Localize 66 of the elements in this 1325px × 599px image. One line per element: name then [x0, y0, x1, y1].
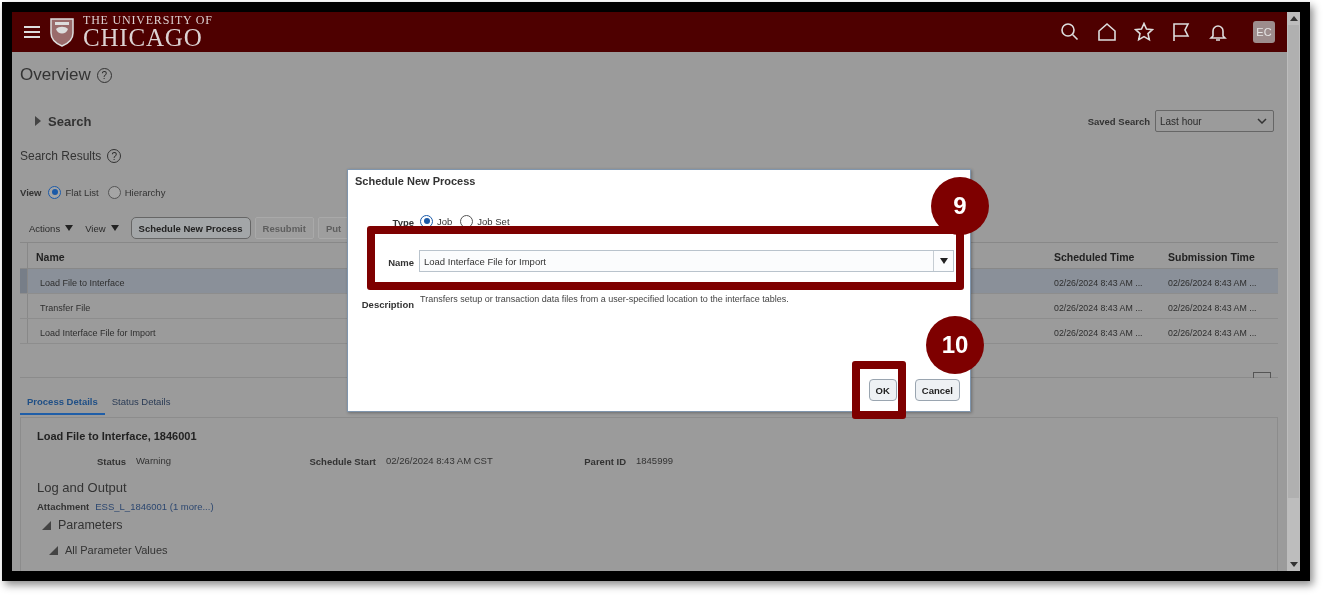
disclosure-icon[interactable]: [49, 545, 58, 555]
dialog-button[interactable]: Cancel: [914, 379, 960, 401]
chevron-down-icon: [1257, 118, 1267, 124]
radio-button[interactable]: [107, 185, 121, 199]
star-icon: [1134, 22, 1154, 42]
flag-icon: [1171, 22, 1191, 42]
radio-button[interactable]: [48, 185, 62, 199]
column-header: Submission Time: [1168, 250, 1255, 263]
field-label: Description: [361, 299, 414, 310]
column-header: Name: [36, 250, 65, 263]
caret-icon: [110, 225, 119, 231]
caret-icon: [939, 258, 948, 264]
table-cell: Transfer File: [40, 303, 91, 313]
bell-icon: [1208, 22, 1228, 42]
tab[interactable]: Process Details: [20, 390, 105, 415]
section-title[interactable]: Search: [48, 113, 92, 129]
field-label: View: [20, 186, 42, 198]
search-icon: [1060, 22, 1080, 42]
detail-title: Load File to Interface, 1846001: [37, 430, 198, 442]
saved-search-dropdown[interactable]: Last hour: [1155, 110, 1274, 132]
section-title: All Parameter Values: [65, 544, 168, 556]
radio-label: Flat List: [65, 186, 99, 198]
field-value: 02/26/2024 8:43 AM CST: [386, 454, 493, 466]
section-title: Log and Output: [37, 480, 128, 495]
page-title: Overview: [20, 65, 91, 85]
tab[interactable]: Status Details: [104, 390, 178, 415]
dialog-button[interactable]: OK: [868, 379, 897, 401]
menu-button[interactable]: Actions: [29, 222, 74, 234]
dialog-title: Schedule New Process: [354, 174, 477, 189]
field-value: 1845999: [636, 454, 673, 466]
logo-text: THE UNIVERSITY OF: [83, 14, 213, 26]
table-cell: Load File to Interface: [40, 278, 125, 288]
table-cell: 02/26/2024 8:43 AM ...: [1054, 303, 1143, 313]
shield-icon: [49, 17, 75, 47]
table-cell: 02/26/2024 8:43 AM ...: [1054, 278, 1143, 288]
table-cell: 02/26/2024 8:43 AM ...: [1168, 303, 1257, 313]
menu-icon: [24, 25, 40, 39]
logo-text: CHICAGO: [83, 25, 204, 50]
section-title: Search Results: [20, 149, 102, 163]
scroll-down-icon: [1289, 562, 1298, 567]
radio-label: Hierarchy: [124, 186, 166, 198]
field-label: Name: [388, 257, 414, 268]
field-label: Status: [96, 456, 126, 467]
field-label: Attachment: [37, 501, 90, 512]
table-cell: 02/26/2024 8:43 AM ...: [1168, 328, 1257, 338]
description-text: Transfers setup or transaction data files from a user-specified location to the interface tables.: [420, 294, 789, 304]
field-value: Warning: [136, 454, 172, 466]
field-label: Saved Search: [1087, 115, 1150, 127]
home-icon: [1097, 22, 1117, 42]
field-label: Schedule Start: [309, 456, 376, 467]
attachment-link[interactable]: ESS_L_1846001 (1 more...): [95, 501, 214, 512]
radio-label: Job Set: [477, 215, 510, 227]
table-cell: 02/26/2024 8:43 AM ...: [1168, 278, 1257, 288]
highlight-frame: [852, 361, 906, 419]
column-header: Scheduled Time: [1054, 250, 1135, 263]
section-title: Parameters: [58, 518, 123, 532]
table-cell: Load Interface File for Import: [40, 328, 156, 338]
table-cell: 02/26/2024 8:43 AM ...: [1054, 328, 1143, 338]
disclosure-icon[interactable]: [42, 520, 51, 530]
caret-icon: [65, 225, 74, 231]
toolbar-button[interactable]: Schedule New Process: [130, 217, 251, 239]
field-label: Parent ID: [584, 456, 626, 467]
name-field[interactable]: Load Interface File for Import: [419, 250, 954, 272]
collapse-icon: [1253, 372, 1271, 378]
radio-label: Job: [437, 215, 453, 227]
menu-button[interactable]: View: [85, 222, 119, 234]
